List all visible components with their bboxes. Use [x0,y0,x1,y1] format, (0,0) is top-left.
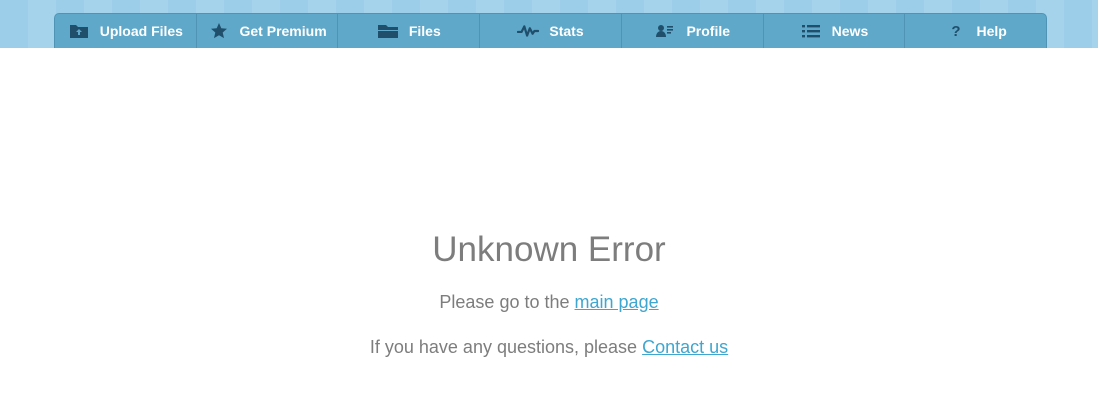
nav-stats[interactable]: Stats [480,14,622,48]
nav-get-premium-label: Get Premium [239,23,327,39]
upload-folder-icon [68,22,90,40]
list-icon [800,22,822,40]
main-page-link[interactable]: main page [575,292,659,312]
nav-stats-label: Stats [549,23,584,39]
star-icon [208,22,230,40]
nav-help[interactable]: ? Help [905,14,1046,48]
folder-icon [377,22,399,40]
contact-line: If you have any questions, please Contac… [0,337,1098,358]
nav-files[interactable]: Files [338,14,481,48]
nav-news-label: News [831,23,869,39]
question-icon: ? [945,22,967,40]
nav-help-label: Help [976,23,1007,39]
nav-upload-files-label: Upload Files [99,23,183,39]
nav-files-label: Files [408,23,441,39]
error-title: Unknown Error [432,230,666,269]
svg-text:?: ? [951,23,960,39]
contact-us-link[interactable]: Contact us [642,337,728,357]
nav-profile[interactable]: Profile [622,14,764,48]
main-page-text: Please go to the [439,292,570,312]
contact-text: If you have any questions, please [369,337,638,357]
nav-news[interactable]: News [764,14,906,48]
profile-card-icon [654,22,676,40]
nav-profile-label: Profile [686,23,731,39]
main-page-line: Please go to the main page [0,292,1098,313]
main-nav: Upload Files Get Premium Files Stats Pro… [54,13,1047,48]
nav-upload-files[interactable]: Upload Files [55,14,197,48]
stats-wave-icon [517,22,540,40]
nav-get-premium[interactable]: Get Premium [197,14,339,48]
